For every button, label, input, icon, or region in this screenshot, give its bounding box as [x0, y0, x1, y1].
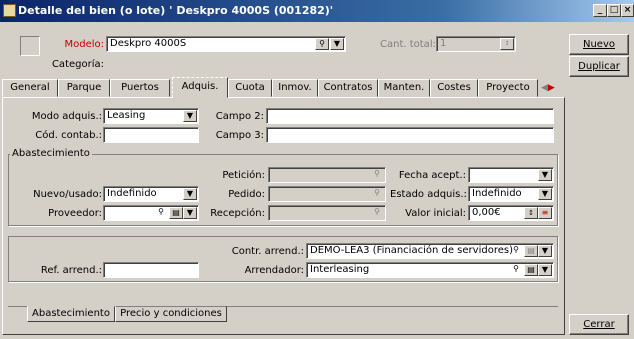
- recepcion-label: Recepción:: [210, 208, 265, 219]
- zoom-icon[interactable]: ⚲: [370, 188, 384, 200]
- chevron-down-icon[interactable]: ▼: [538, 169, 552, 181]
- campo3-label: Campo 3:: [215, 130, 264, 141]
- cant-value: 1: [440, 38, 447, 49]
- maximize-button[interactable]: □: [607, 4, 621, 17]
- bottom-tab-abastecimiento[interactable]: Abastecimiento: [27, 306, 115, 322]
- zoom-icon[interactable]: ⚲: [370, 207, 384, 219]
- pedido-label: Pedido:: [228, 189, 265, 200]
- tab-scroll[interactable]: ◀▶: [541, 82, 563, 96]
- spin-icon[interactable]: ↕: [524, 207, 538, 219]
- tab-contratos[interactable]: Contratos: [318, 79, 378, 97]
- currency-icon[interactable]: ≡: [538, 207, 552, 219]
- tab-cuota[interactable]: Cuota: [228, 79, 272, 97]
- zoom-icon[interactable]: ⚲: [370, 169, 384, 181]
- nuevo-button[interactable]: Nuevo: [569, 34, 629, 55]
- zoom-icon[interactable]: ⚲: [154, 207, 168, 219]
- tab-scroll-right-icon[interactable]: ▶: [548, 83, 555, 93]
- list-icon[interactable]: ▼: [330, 38, 344, 50]
- peticion-field[interactable]: ⚲: [268, 167, 386, 183]
- cerrar-button[interactable]: Cerrar: [569, 314, 629, 335]
- cod-field[interactable]: [103, 127, 199, 143]
- cant-field: 1 ↕: [436, 36, 516, 52]
- tab-costes[interactable]: Costes: [430, 79, 478, 97]
- arrendador-value: Interleasing: [310, 264, 370, 275]
- contr-arrend-value: DEMO-LEA3 (Financiación de servidores): [310, 245, 513, 256]
- pedido-field[interactable]: ⚲: [268, 186, 386, 202]
- nuevo-usado-label: Nuevo/usado:: [33, 189, 102, 200]
- arrendador-label: Arrendador:: [244, 265, 304, 276]
- estado-select[interactable]: Indefinido ▼: [468, 186, 554, 202]
- nuevo-usado-value: Indefinido: [107, 188, 157, 199]
- tab-inmov[interactable]: Inmov.: [272, 79, 318, 97]
- campo2-label: Campo 2:: [215, 111, 264, 122]
- tab-proyecto[interactable]: Proyecto: [478, 79, 538, 97]
- campo2-field[interactable]: [266, 108, 554, 124]
- cod-label: Cód. contab.:: [35, 130, 102, 141]
- valor-field[interactable]: 0,00€ ↕ ≡: [468, 205, 554, 221]
- fecha-label: Fecha acept.:: [398, 170, 466, 181]
- chevron-down-icon[interactable]: ▼: [538, 264, 552, 276]
- chevron-down-icon[interactable]: ▼: [183, 110, 197, 122]
- title-bar: Detalle del bien (o lote) ' Deskpro 4000…: [0, 0, 634, 22]
- tab-puertos[interactable]: Puertos: [110, 79, 170, 97]
- arrendador-field[interactable]: Interleasing ⚲ ▤ ▼: [306, 262, 554, 278]
- list-icon[interactable]: ▤: [524, 264, 538, 276]
- nuevo-usado-select[interactable]: Indefinido ▼: [103, 186, 199, 202]
- estado-value: Indefinido: [472, 188, 522, 199]
- abastecimiento-group-label: Abastecimiento: [10, 148, 92, 159]
- close-button[interactable]: ×: [621, 4, 634, 17]
- fecha-field[interactable]: ▼: [468, 167, 554, 183]
- spin-icon: ↕: [500, 38, 514, 50]
- duplicar-button-label: Duplicar: [578, 61, 620, 72]
- cerrar-button-label: Cerrar: [583, 319, 615, 330]
- contr-arrend-label: Contr. arrend.:: [231, 246, 304, 257]
- tab-scroll-left-icon[interactable]: ◀: [541, 83, 548, 93]
- ref-arrend-field[interactable]: [103, 262, 199, 278]
- tab-parque[interactable]: Parque: [58, 79, 110, 97]
- duplicar-button[interactable]: Duplicar: [569, 56, 629, 77]
- tab-adquis[interactable]: Adquis.: [172, 77, 228, 98]
- proveedor-field[interactable]: ⚲ ▤ ▼: [103, 205, 199, 221]
- contr-arrend-field[interactable]: DEMO-LEA3 (Financiación de servidores) ⚲…: [306, 243, 554, 259]
- chevron-down-icon[interactable]: ▼: [183, 207, 197, 219]
- recepcion-field[interactable]: ⚲: [268, 205, 386, 221]
- nuevo-button-label: Nuevo: [582, 39, 615, 50]
- modelo-label: Modelo:: [64, 39, 104, 50]
- list-icon[interactable]: ▤: [169, 207, 183, 219]
- modo-label: Modo adquis.:: [31, 111, 102, 122]
- peticion-label: Petición:: [222, 170, 265, 181]
- categoria-label: Categoría:: [51, 59, 104, 70]
- proveedor-label: Proveedor:: [48, 208, 102, 219]
- chevron-down-icon[interactable]: ▼: [538, 188, 552, 200]
- chevron-down-icon[interactable]: ▼: [183, 188, 197, 200]
- campo3-field[interactable]: [266, 127, 554, 143]
- modo-value: Leasing: [107, 110, 146, 121]
- minimize-button[interactable]: _: [593, 4, 607, 17]
- valor-label: Valor inicial:: [405, 208, 466, 219]
- window-title: Detalle del bien (o lote) ' Deskpro 4000…: [18, 4, 334, 17]
- bottom-tab-precio[interactable]: Precio y condiciones: [115, 306, 227, 322]
- asset-image-box[interactable]: [20, 36, 40, 56]
- modo-select[interactable]: Leasing ▼: [103, 108, 199, 124]
- modelo-value: Deskpro 4000S: [110, 38, 187, 49]
- tab-general[interactable]: General: [2, 79, 58, 97]
- cant-label: Cant. total:: [380, 39, 436, 50]
- zoom-icon[interactable]: ⚲: [509, 245, 523, 257]
- valor-value: 0,00€: [472, 207, 501, 218]
- app-icon: [3, 4, 16, 17]
- zoom-icon[interactable]: ⚲: [315, 38, 329, 50]
- zoom-icon[interactable]: ⚲: [509, 264, 523, 276]
- chevron-down-icon[interactable]: ▼: [538, 245, 552, 257]
- tab-manten[interactable]: Manten.: [378, 79, 430, 97]
- modelo-field[interactable]: Deskpro 4000S ⚲ ▼: [106, 36, 346, 52]
- list-icon[interactable]: ▤: [524, 245, 538, 257]
- estado-label: Estado adquis.:: [390, 189, 467, 200]
- ref-arrend-label: Ref. arrend.:: [40, 265, 102, 276]
